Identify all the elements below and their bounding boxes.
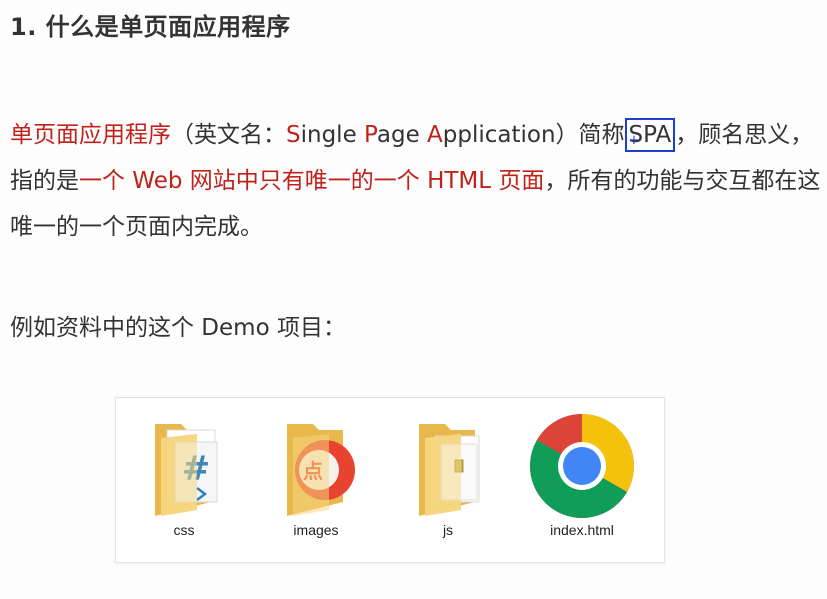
images-folder-label: images	[293, 522, 339, 538]
initial-p: P	[364, 122, 377, 148]
js-folder-icon	[419, 424, 480, 516]
demo-project-screenshot: # css 点 images	[115, 397, 665, 563]
images-folder-icon: 点	[287, 424, 355, 516]
spa-abbreviation-selected[interactable]: SPA	[624, 118, 676, 152]
css-folder-label: css	[173, 522, 195, 538]
word-pplication: pplication	[442, 122, 556, 148]
demo-intro-paragraph: 例如资料中的这个 Demo 项目：	[10, 315, 346, 341]
css-folder[interactable]: # css	[124, 416, 244, 538]
spa-definition-paragraph: 单页面应用程序（英文名：Single Page Application）简称 SP…	[10, 112, 822, 250]
chrome-icon	[530, 414, 634, 518]
document-page: 1. 什么是单页面应用程序 单页面应用程序（英文名：Single Page Ap…	[0, 0, 827, 599]
images-folder[interactable]: 点 images	[256, 416, 376, 538]
section-heading: 1. 什么是单页面应用程序	[10, 13, 291, 41]
css-folder-icon: #	[155, 424, 218, 516]
js-folder-label: js	[442, 522, 454, 538]
index-html-file[interactable]: index.html	[522, 414, 642, 538]
single-html-highlight: 一个 Web 网站中只有唯一的一个 HTML 页面	[79, 168, 545, 194]
word-age: age	[376, 122, 428, 148]
initial-s: S	[286, 122, 301, 148]
abbr-prefix: ）简称	[555, 122, 625, 148]
word-ingle: ingle	[300, 122, 365, 148]
initial-a: A	[427, 122, 443, 148]
index-html-label: index.html	[550, 522, 614, 538]
english-name-prefix: （英文名：	[171, 122, 286, 148]
js-folder[interactable]: js	[388, 416, 508, 538]
spa-term: 单页面应用程序	[10, 122, 171, 148]
